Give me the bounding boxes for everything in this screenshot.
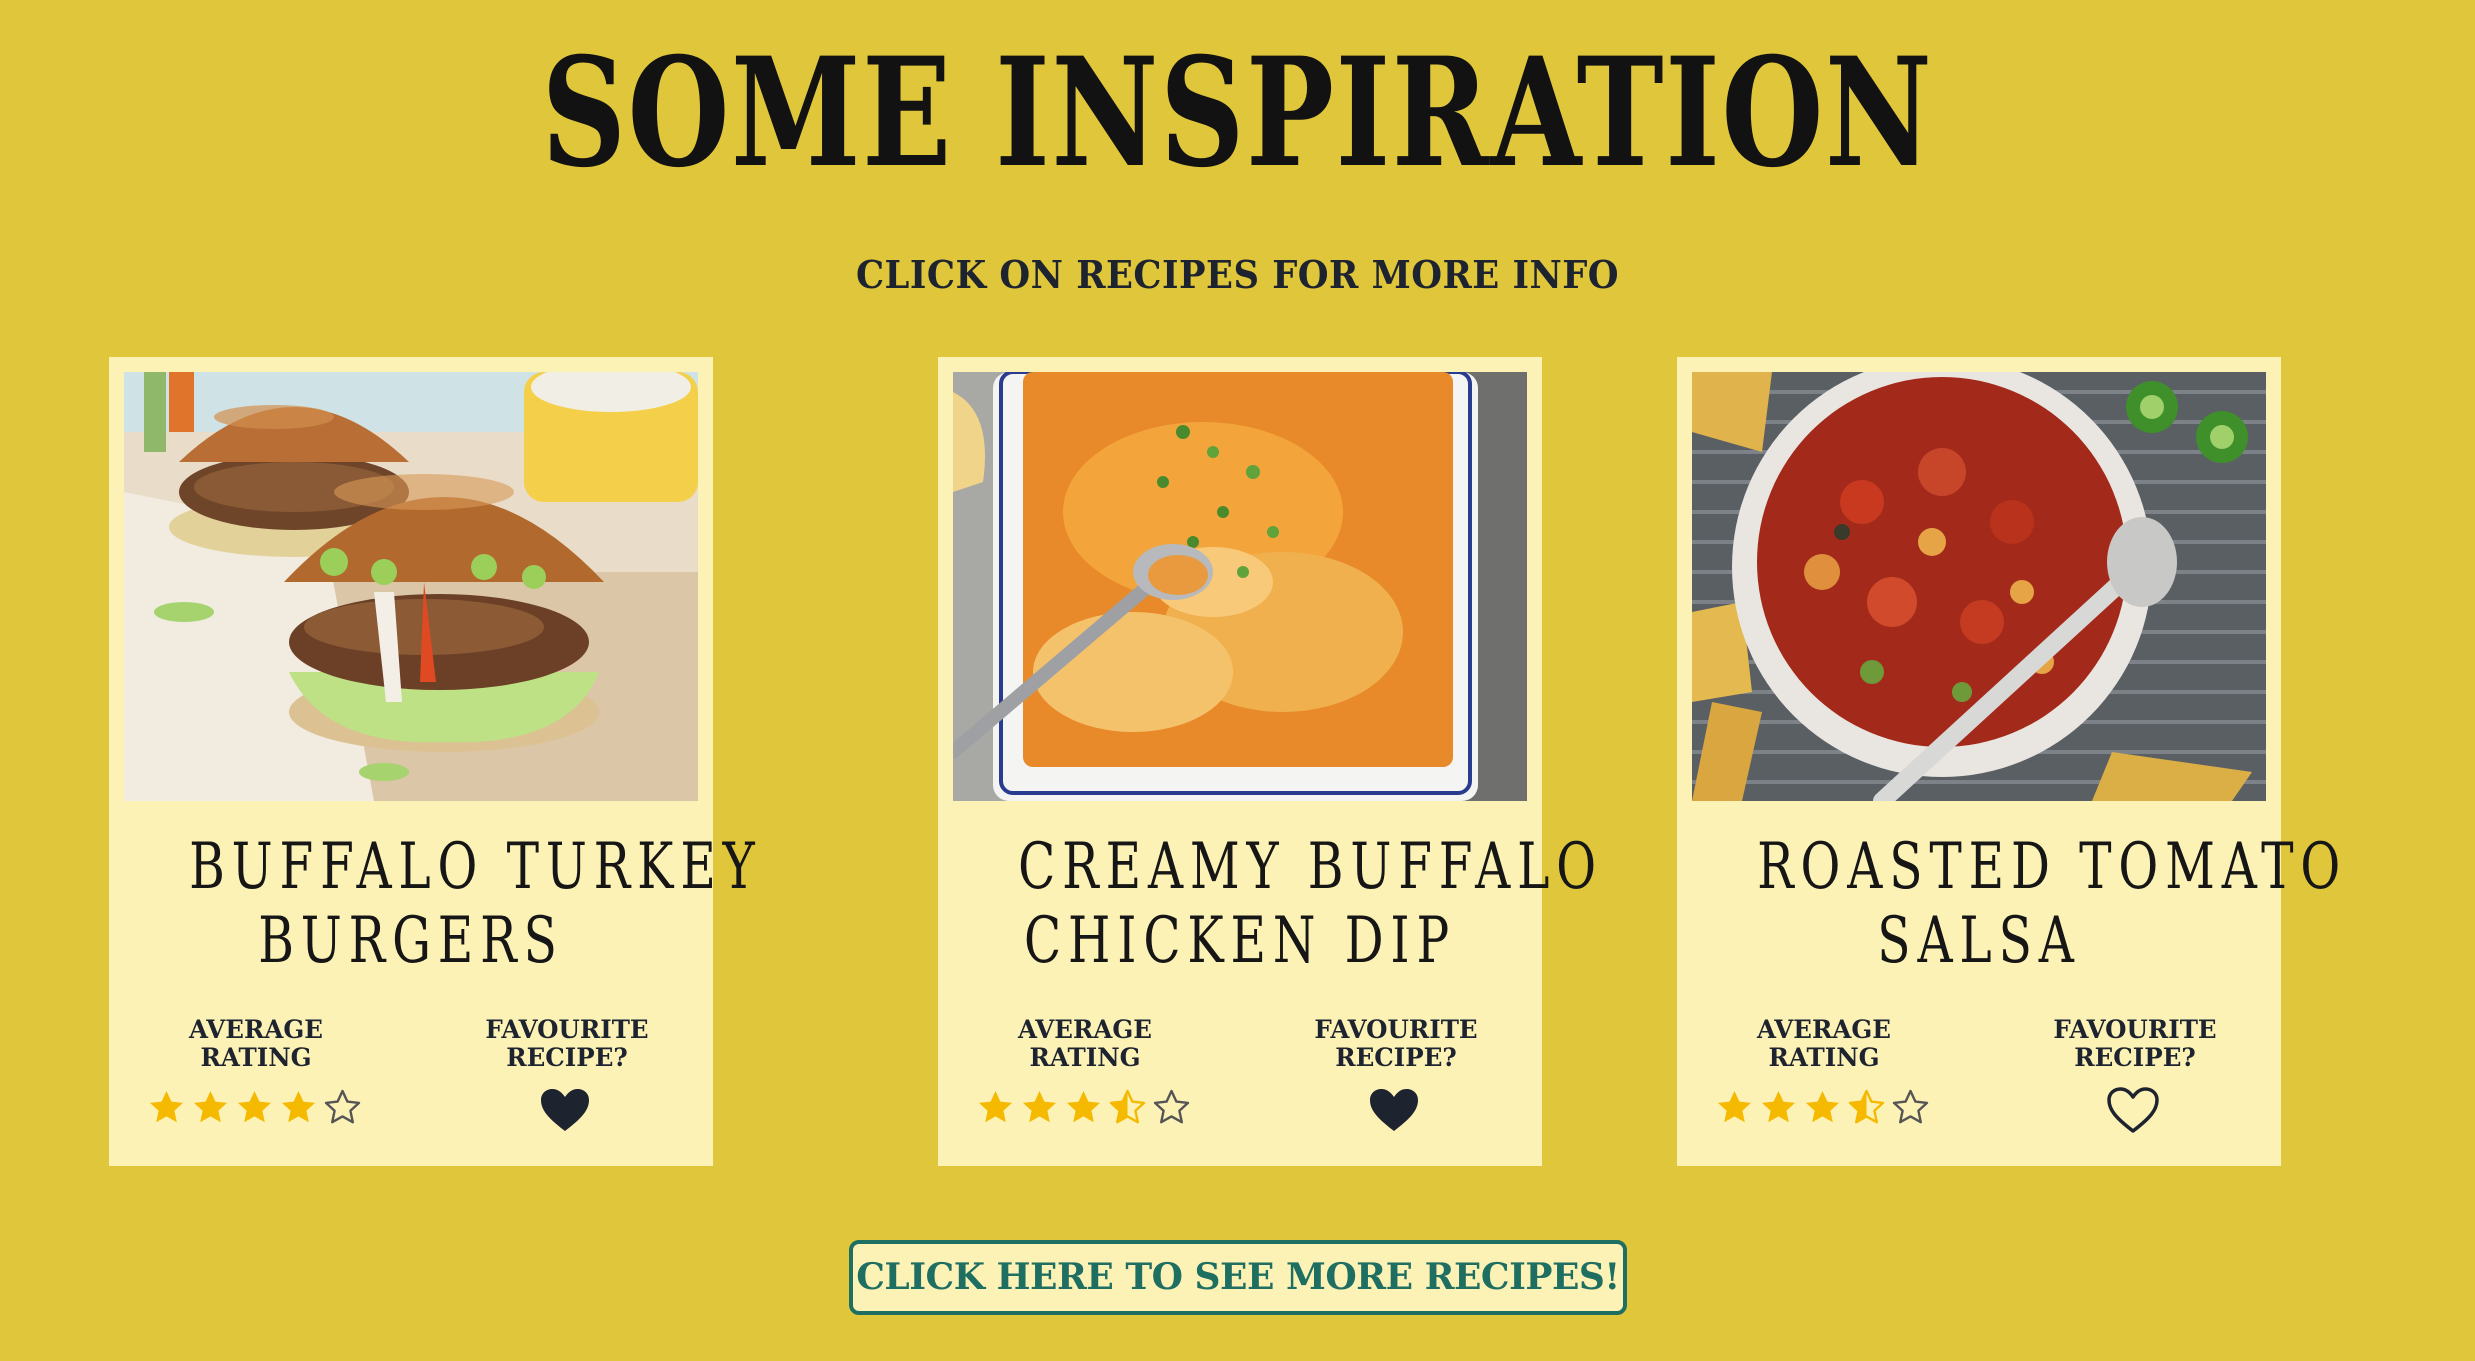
page-subtitle: CLICK ON RECIPES FOR MORE INFO: [855, 252, 1620, 297]
recipe-title-line-2: CHICKEN DIP: [1023, 904, 1457, 978]
recipe-title-line-2: SALSA: [1877, 904, 2081, 978]
recipe-title[interactable]: BUFFALO TURKEY BURGERS: [189, 830, 762, 978]
recipe-title[interactable]: CREAMY BUFFALO CHICKEN DIP: [1018, 830, 1603, 978]
average-rating-label: AVERAGE RATING: [977, 1016, 1193, 1072]
star-full-icon: [194, 1091, 227, 1123]
favourite-recipe-label: FAVOURITE RECIPE?: [1288, 1016, 1504, 1072]
average-rating-label-line-2: RATING: [200, 1043, 312, 1072]
star-empty-icon: [1153, 1089, 1190, 1124]
star-full-icon: [150, 1091, 183, 1123]
average-rating-label-line-2: RATING: [1768, 1043, 1880, 1072]
average-rating-label-line-1: AVERAGE: [1757, 1015, 1891, 1044]
page-title: SOME INSPIRATION: [541, 25, 1934, 201]
favourite-recipe-label-line-2: RECIPE?: [506, 1043, 628, 1072]
star-half-icon: [1848, 1089, 1885, 1124]
star-full-icon: [1067, 1091, 1100, 1123]
star-half-icon: [1109, 1089, 1146, 1124]
average-rating-label: AVERAGE RATING: [1716, 1016, 1932, 1072]
favourite-recipe-label-line-1: FAVOURITE: [1314, 1015, 1478, 1044]
recipe-title-line-1: BUFFALO TURKEY: [189, 830, 762, 904]
recipe-card-buffalo-turkey-burgers[interactable]: BUFFALO TURKEY BURGERS AVERAGE RATING FA…: [109, 357, 762, 1166]
recipe-card-creamy-buffalo-chicken-dip[interactable]: CREAMY BUFFALO CHICKEN DIP AVERAGE RATIN…: [938, 357, 1603, 1166]
star-full-icon: [1806, 1091, 1839, 1123]
star-full-icon: [1762, 1091, 1795, 1123]
star-full-icon: [238, 1091, 271, 1123]
favourite-recipe-label-line-1: FAVOURITE: [2053, 1015, 2217, 1044]
heart-icon[interactable]: [2106, 1086, 2160, 1134]
star-full-icon: [1718, 1091, 1751, 1123]
star-empty-icon: [324, 1089, 361, 1124]
star-full-icon: [1023, 1091, 1056, 1123]
heart-icon[interactable]: [538, 1086, 592, 1134]
average-rating-label-line-1: AVERAGE: [1018, 1015, 1152, 1044]
favourite-recipe-label-line-2: RECIPE?: [2074, 1043, 2196, 1072]
favourite-recipe-label-line-1: FAVOURITE: [485, 1015, 649, 1044]
recipe-title-line-1: ROASTED TOMATO: [1757, 830, 2348, 904]
recipe-title-line-2: BURGERS: [258, 904, 564, 978]
star-rating: [977, 1089, 1190, 1126]
see-more-recipes-button[interactable]: CLICK HERE TO SEE MORE RECIPES!: [849, 1240, 1627, 1315]
recipe-title-line-1: CREAMY BUFFALO: [1018, 830, 1603, 904]
average-rating-label: AVERAGE RATING: [148, 1016, 364, 1072]
star-full-icon: [979, 1091, 1012, 1123]
favourite-recipe-label: FAVOURITE RECIPE?: [2027, 1016, 2243, 1072]
star-rating: [1716, 1089, 1929, 1126]
star-full-icon: [282, 1091, 315, 1123]
average-rating-label-line-2: RATING: [1029, 1043, 1141, 1072]
recipe-photo[interactable]: [124, 372, 698, 801]
recipe-card-roasted-tomato-salsa[interactable]: ROASTED TOMATO SALSA AVERAGE RATING FAVO…: [1677, 357, 2348, 1166]
average-rating-label-line-1: AVERAGE: [189, 1015, 323, 1044]
recipe-photo[interactable]: [1692, 372, 2266, 801]
star-rating: [148, 1089, 361, 1126]
star-empty-icon: [1892, 1089, 1929, 1124]
recipe-photo[interactable]: [953, 372, 1527, 801]
heart-icon[interactable]: [1367, 1086, 1421, 1134]
favourite-recipe-label: FAVOURITE RECIPE?: [459, 1016, 675, 1072]
recipe-title[interactable]: ROASTED TOMATO SALSA: [1757, 830, 2348, 978]
favourite-recipe-label-line-2: RECIPE?: [1335, 1043, 1457, 1072]
